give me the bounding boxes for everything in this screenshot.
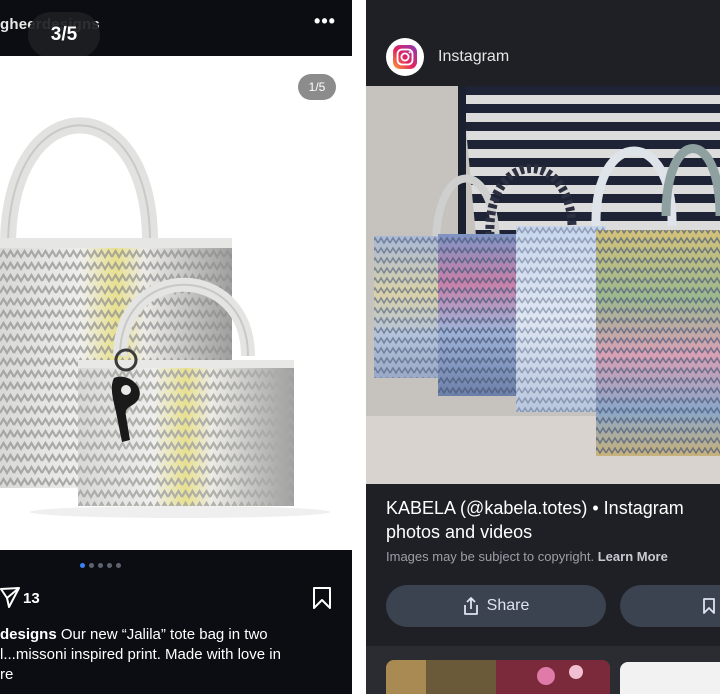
share-button[interactable]: Share [386, 585, 606, 627]
tote-bags-row-illustration [366, 86, 720, 484]
post-header: gheerdesigns 3/5 ••• [0, 0, 352, 58]
carousel-dot [89, 563, 94, 568]
related-result-thumbnail[interactable] [386, 660, 610, 694]
caption-line-2: l...missoni inspired print. Made with lo… [0, 646, 281, 663]
result-photo[interactable] [366, 86, 720, 484]
more-options-button[interactable]: ••• [312, 12, 338, 34]
result-source-name[interactable]: Instagram [438, 48, 509, 66]
learn-more-link[interactable]: Learn More [598, 549, 668, 564]
search-result-panel: Instagram KABELA (@kabela.totes) • Insta… [366, 0, 720, 694]
caption-text: Our new “Jalila” tote bag in two [56, 626, 268, 643]
panel-divider [352, 0, 366, 694]
instagram-post-panel: gheerdesigns 3/5 ••• [0, 0, 352, 694]
bookmark-icon[interactable] [312, 586, 332, 610]
share-count: 13 [23, 590, 40, 607]
tote-bags-illustration [0, 117, 330, 518]
copyright-notice: Images may be subject to copyright. Lear… [386, 549, 668, 564]
copyright-text: Images may be subject to copyright. [386, 549, 595, 564]
send-icon[interactable] [0, 586, 20, 608]
image-counter-badge: 1/5 [298, 74, 336, 100]
carousel-dots [80, 563, 121, 568]
carousel-dot-active [80, 563, 85, 568]
instagram-logo-icon [386, 38, 424, 76]
carousel-position-badge: 3/5 [28, 12, 100, 58]
caption-line-3: re [0, 666, 14, 683]
carousel-dot [107, 563, 112, 568]
carousel-dot [116, 563, 121, 568]
carousel-dot [98, 563, 103, 568]
share-button-label: Share [486, 597, 530, 614]
post-photo[interactable]: 1/5 [0, 56, 352, 550]
post-caption: designs Our new “Jalila” tote bag in two… [0, 625, 340, 685]
caption-username[interactable]: designs [0, 626, 57, 643]
share-upload-icon [463, 597, 478, 615]
bookmark-icon [703, 598, 715, 614]
related-result-thumbnail[interactable] [620, 662, 720, 694]
result-title[interactable]: KABELA (@kabela.totes) • Instagram photo… [386, 496, 716, 544]
save-button[interactable] [620, 585, 720, 627]
